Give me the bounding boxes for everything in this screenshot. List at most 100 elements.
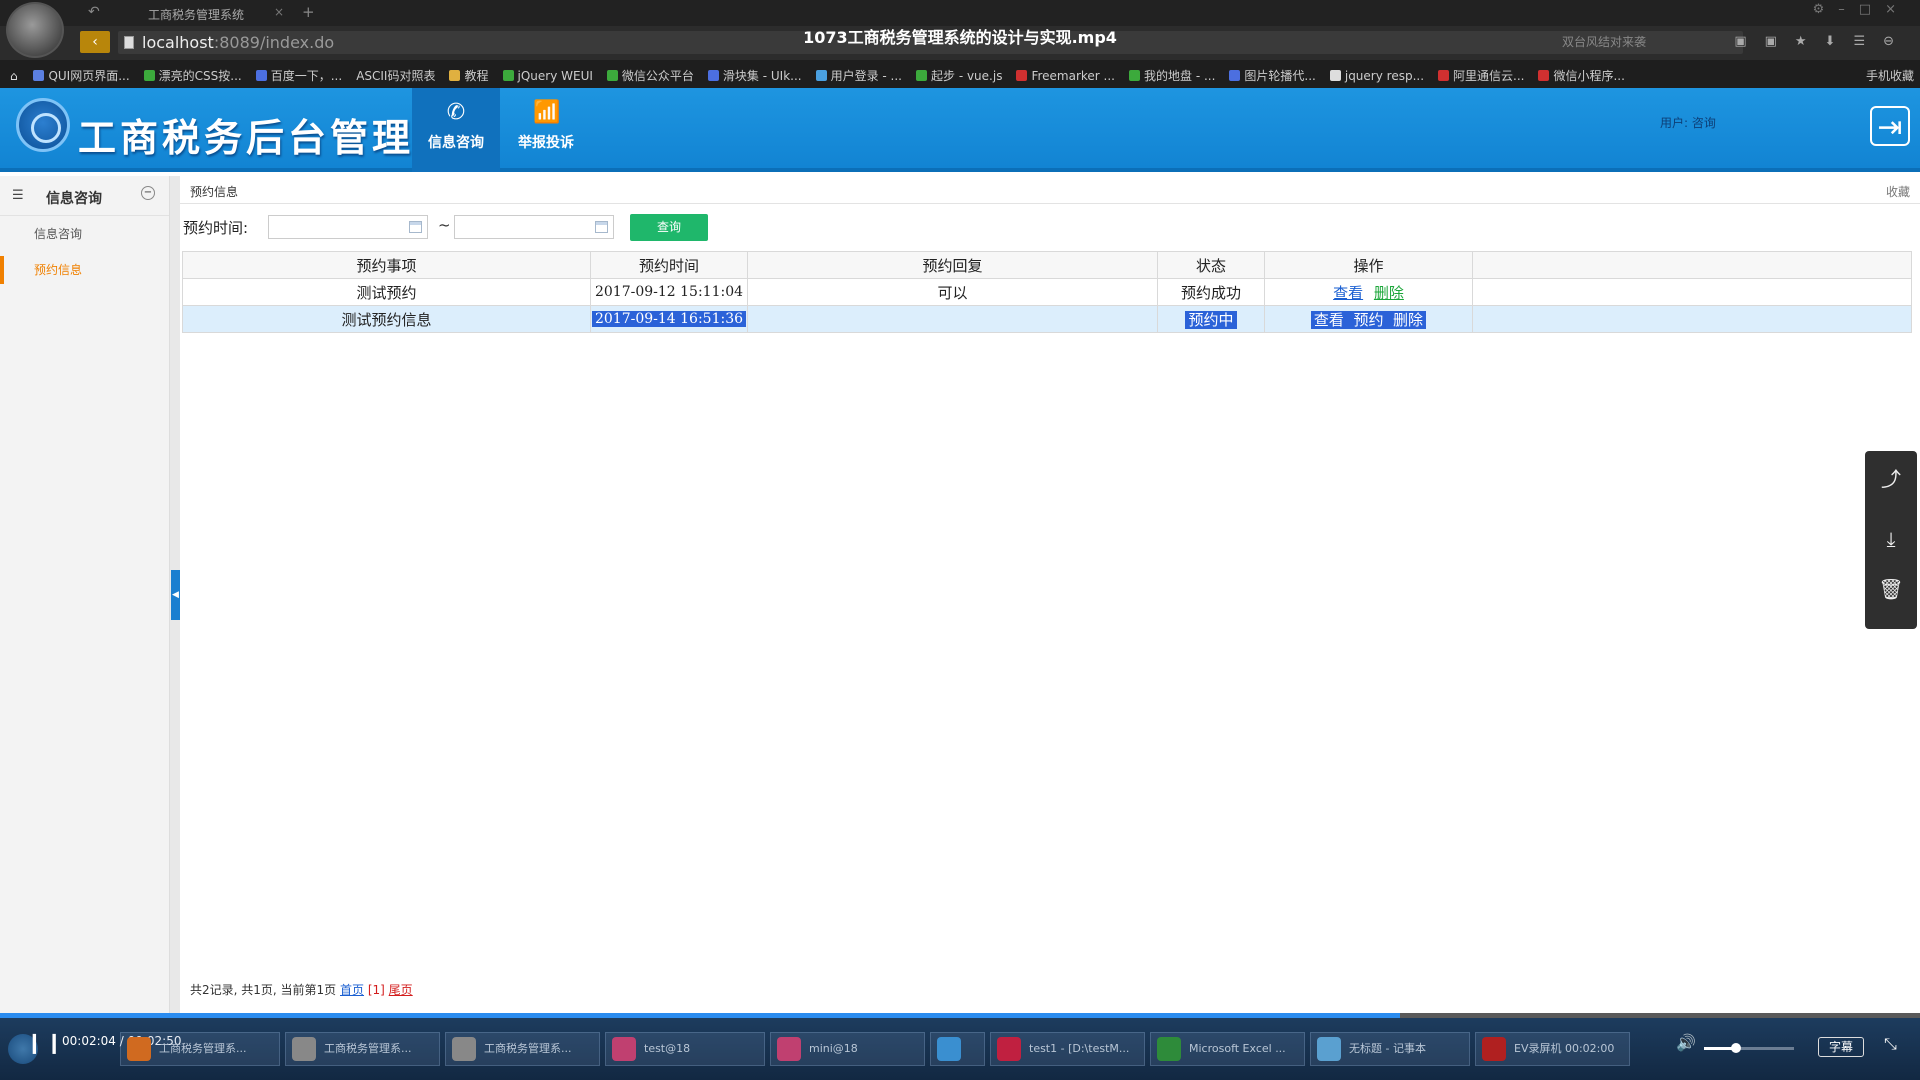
top-menu-complaint[interactable]: 📶 举报投诉 bbox=[502, 88, 590, 172]
taskbar-item[interactable] bbox=[930, 1032, 985, 1066]
bookmark-item[interactable]: 微信公众平台 bbox=[606, 67, 694, 84]
main-panel: 预约信息 收藏 预约时间: ~ 查询 预约事项 预约时间 预约回复 状态 操作 bbox=[180, 176, 1920, 1013]
taskbar-item[interactable]: test1 - [D:\testM... bbox=[990, 1032, 1145, 1066]
browser-avatar[interactable] bbox=[6, 2, 64, 58]
sidebar-item-appointment[interactable]: 预约信息 bbox=[0, 252, 169, 288]
bookmark-icon bbox=[33, 70, 45, 81]
bookmark-item[interactable]: 滑块集 - UIk... bbox=[707, 67, 802, 84]
taskbar-item[interactable]: EV录屏机 00:02:00 bbox=[1475, 1032, 1630, 1066]
bookmark-icon bbox=[143, 70, 155, 81]
favorite-link[interactable]: 收藏 bbox=[1886, 183, 1910, 200]
bookmark-mobile[interactable]: 手机收藏 bbox=[1866, 67, 1914, 84]
cell-empty bbox=[1472, 305, 1912, 333]
bookmark-item[interactable]: 微信小程序... bbox=[1538, 67, 1625, 84]
appoint-link[interactable]: 预约 bbox=[1353, 311, 1383, 329]
pager-last-link[interactable]: 尾页 bbox=[389, 983, 413, 997]
browser-search-input[interactable]: 双台风结对来袭 bbox=[1540, 31, 1710, 54]
browser-toolbar-icons[interactable]: ▣▣★⬇☰⊖ bbox=[1734, 34, 1912, 49]
taskbar-item[interactable]: test@18 bbox=[605, 1032, 765, 1066]
bookmark-item[interactable]: 用户登录 - ... bbox=[815, 67, 902, 84]
sidebar-item-label: 信息咨询 bbox=[34, 227, 83, 241]
pause-icon[interactable]: ❙❙ bbox=[26, 1030, 66, 1054]
bookmark-item[interactable]: QUI网页界面... bbox=[33, 67, 130, 84]
taskbar-label: test1 - [D:\testM... bbox=[1029, 1042, 1130, 1055]
table-row[interactable]: 测试预约信息 2017-09-14 16:51:36 预约中 查看 预约 删除 bbox=[182, 305, 1912, 333]
calendar-icon[interactable] bbox=[595, 221, 608, 233]
subtitle-button[interactable]: 字幕 bbox=[1818, 1037, 1864, 1057]
panel-title: 预约信息 bbox=[190, 185, 239, 199]
cell-reply: 可以 bbox=[747, 278, 1158, 306]
taskbar-label: mini@18 bbox=[809, 1042, 858, 1055]
bookmark-label: 微信小程序... bbox=[1553, 69, 1625, 83]
panel-header: 预约信息 收藏 bbox=[180, 176, 1920, 204]
column-header: 预约时间 bbox=[590, 251, 748, 279]
column-header-empty bbox=[1472, 251, 1912, 279]
logout-icon[interactable]: ⇥ bbox=[1870, 106, 1910, 146]
column-header: 状态 bbox=[1157, 251, 1265, 279]
delete-link[interactable]: 删除 bbox=[1374, 284, 1404, 302]
bookmark-item[interactable]: 阿里通信云... bbox=[1438, 67, 1524, 84]
bookmark-item[interactable]: jquery resp... bbox=[1329, 69, 1424, 83]
top-menu-info[interactable]: ✆ 信息咨询 bbox=[412, 88, 500, 172]
window-controls[interactable]: ⚙–□× bbox=[1813, 2, 1910, 17]
top-menu-complaint-label: 举报投诉 bbox=[518, 135, 574, 151]
bookmark-icon bbox=[916, 70, 927, 81]
bookmark-icon bbox=[707, 70, 719, 81]
bookmark-label: 教程 bbox=[464, 69, 489, 83]
taskbar-item[interactable]: 无标题 - 记事本 bbox=[1310, 1032, 1470, 1066]
bookmark-icon bbox=[1129, 70, 1140, 81]
browser-nav-bar: ‹ localhost:8089/index.do 双台风结对来袭 ▣▣★⬇☰⊖ bbox=[0, 26, 1920, 60]
address-bar[interactable]: localhost:8089/index.do bbox=[118, 31, 1743, 54]
view-link[interactable]: 查看 bbox=[1333, 284, 1363, 302]
share-icon[interactable]: ⤴ bbox=[1865, 459, 1917, 499]
pager-summary: 共2记录, 共1页, 当前第1页 bbox=[190, 983, 337, 997]
download-icon[interactable]: ⤓ bbox=[1865, 519, 1917, 559]
bookmark-icon bbox=[606, 70, 618, 81]
bookmark-item[interactable]: 起步 - vue.js bbox=[916, 67, 1002, 84]
bookmark-item[interactable]: 百度一下，... bbox=[255, 67, 342, 84]
bookmark-item[interactable]: jQuery WEUI bbox=[502, 69, 593, 83]
query-button[interactable]: 查询 bbox=[630, 214, 708, 241]
delete-link[interactable]: 删除 bbox=[1393, 311, 1423, 329]
tab-close-icon[interactable]: × bbox=[274, 5, 284, 19]
taskbar-label: 工商税务管理系... bbox=[484, 1042, 572, 1055]
table-row[interactable]: 测试预约 2017-09-12 15:11:04 可以 预约成功 查看 删除 bbox=[182, 278, 1912, 306]
taskbar-app-icon bbox=[997, 1037, 1021, 1061]
taskbar-item[interactable]: 工商税务管理系... bbox=[285, 1032, 440, 1066]
taskbar-item[interactable]: mini@18 bbox=[770, 1032, 925, 1066]
sidebar-toggle-icon[interactable]: ◀ bbox=[171, 570, 180, 620]
taskbar-item[interactable]: 工商税务管理系... bbox=[445, 1032, 600, 1066]
browser-tab-bar: ↶ 工商税务管理系统 × + ⚙–□× bbox=[0, 0, 1920, 26]
bookmark-icon bbox=[1016, 70, 1028, 81]
bookmark-item[interactable]: 图片轮播代... bbox=[1229, 67, 1316, 84]
date-end-input[interactable] bbox=[454, 215, 614, 239]
bookmark-item[interactable]: ASCII码对照表 bbox=[356, 67, 435, 84]
new-tab-icon[interactable]: + bbox=[302, 3, 315, 21]
sidebar-item-info[interactable]: 信息咨询 bbox=[0, 216, 169, 252]
home-icon[interactable]: ⌂ bbox=[10, 69, 18, 83]
list-icon: ☰ bbox=[12, 188, 24, 203]
collapse-icon[interactable]: − bbox=[141, 186, 155, 200]
browser-tab[interactable]: 工商税务管理系统 bbox=[110, 0, 290, 26]
taskbar-item[interactable]: 工商税务管理系... bbox=[120, 1032, 280, 1066]
bookmark-item[interactable]: 教程 bbox=[449, 67, 489, 84]
date-start-input[interactable] bbox=[268, 215, 428, 239]
taskbar-item[interactable]: Microsoft Excel ... bbox=[1150, 1032, 1305, 1066]
calendar-icon[interactable] bbox=[409, 221, 422, 233]
trash-icon[interactable]: 🗑 bbox=[1865, 569, 1917, 609]
pager-current[interactable]: [1] bbox=[368, 983, 385, 997]
volume-icon[interactable]: 🔊 bbox=[1676, 1033, 1696, 1052]
view-link[interactable]: 查看 bbox=[1314, 311, 1344, 329]
pager-first-link[interactable]: 首页 bbox=[340, 983, 364, 997]
exit-fullscreen-icon[interactable]: ⤡ bbox=[1884, 1034, 1897, 1054]
volume-slider[interactable] bbox=[1704, 1043, 1794, 1053]
tab-back-icon[interactable]: ↶ bbox=[88, 4, 100, 20]
back-arrow-icon[interactable]: ‹ bbox=[80, 31, 110, 53]
bookmark-item[interactable]: 我的地盘 - ... bbox=[1129, 67, 1215, 84]
bookmark-item[interactable]: 漂亮的CSS按... bbox=[143, 67, 242, 84]
appointment-table: 预约事项 预约时间 预约回复 状态 操作 测试预约 2017-09-12 15:… bbox=[182, 251, 1912, 333]
volume-knob[interactable] bbox=[1730, 1043, 1741, 1053]
cell-ops: 查看 删除 bbox=[1264, 278, 1473, 306]
bookmark-item[interactable]: Freemarker ... bbox=[1016, 69, 1115, 83]
taskbar-app-icon bbox=[1317, 1037, 1341, 1061]
